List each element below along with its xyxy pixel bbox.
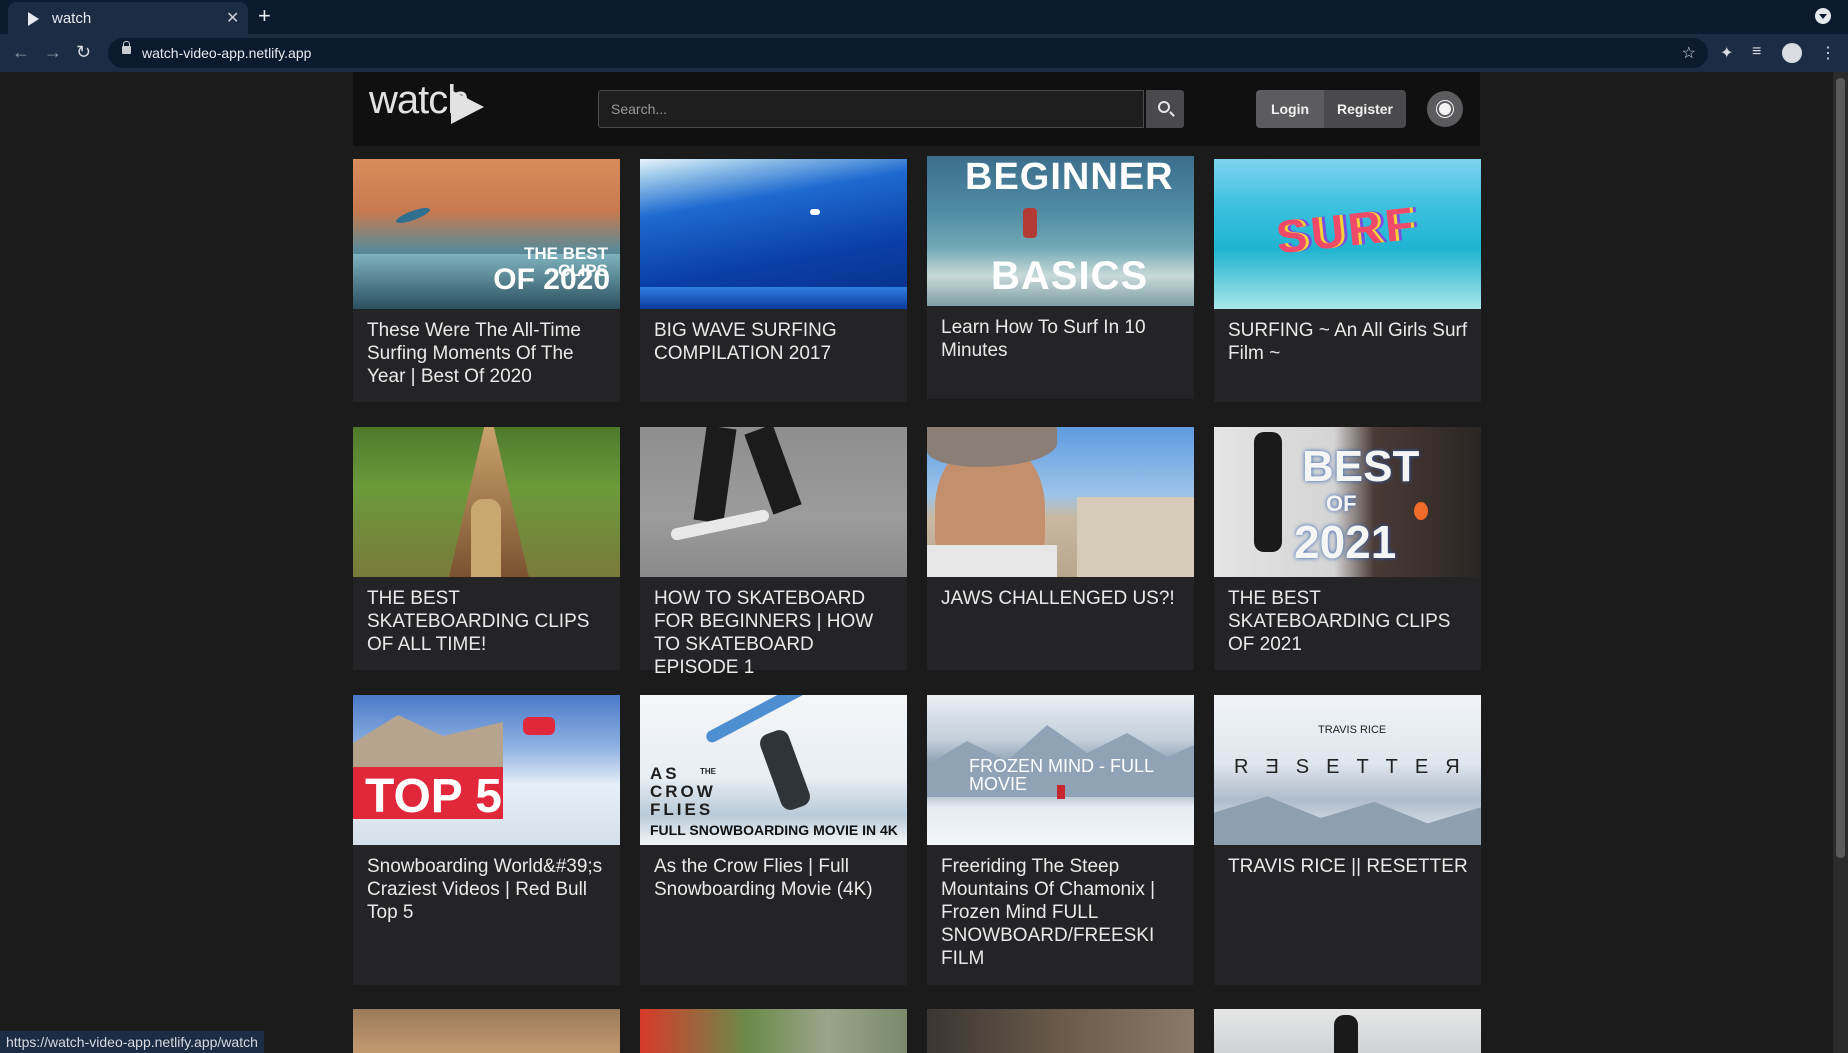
video-card[interactable]: BEGINNER BASICS Learn How To Surf In 10 … [927,156,1194,399]
video-thumbnail[interactable]: AS CROW FLIES THE FULL SNOWBOARDING MOVI… [640,695,907,845]
video-card[interactable]: HOW TO SKATEBOARD FOR BEGINNERS | HOW TO… [640,427,907,678]
video-thumbnail[interactable] [640,159,907,309]
video-thumbnail[interactable] [353,1009,620,1053]
forward-icon[interactable]: → [44,42,62,63]
video-thumbnail[interactable] [927,1009,1194,1053]
video-title[interactable]: SURFING ~ An All Girls Surf Film ~ [1228,319,1468,365]
address-bar[interactable]: watch-video-app.netlify.app ☆ [108,38,1708,68]
video-title[interactable]: BIG WAVE SURFING COMPILATION 2017 [654,319,894,365]
close-tab-icon[interactable]: ✕ [226,8,239,28]
search-icon [1158,101,1170,113]
video-card[interactable]: JAWS CHALLENGED US?! [927,427,1194,670]
search-input[interactable] [598,90,1144,128]
browser-tab-bar: watch ✕ + [0,0,1848,34]
video-thumbnail[interactable]: SURF [1214,159,1481,309]
video-card[interactable]: AS CROW FLIES THE FULL SNOWBOARDING MOVI… [640,695,907,985]
browser-menu-icon[interactable]: ⋮ [1820,43,1836,63]
video-card[interactable]: BIG WAVE SURFING COMPILATION 2017 [640,159,907,402]
video-title[interactable]: These Were The All-Time Surfing Moments … [367,319,607,388]
play-favicon-icon [28,12,39,26]
sun-icon [1439,103,1451,115]
video-title[interactable]: As the Crow Flies | Full Snowboarding Mo… [654,855,894,901]
new-tab-icon[interactable]: + [258,3,271,29]
video-card[interactable] [640,1009,907,1053]
video-title[interactable]: HOW TO SKATEBOARD FOR BEGINNERS | HOW TO… [654,587,894,679]
video-title[interactable]: TRAVIS RICE || RESETTER [1228,855,1468,878]
tab-search-icon[interactable] [1815,8,1831,24]
video-title[interactable]: Freeriding The Steep Mountains Of Chamon… [941,855,1181,970]
video-thumbnail[interactable]: THE BEST CLIPS OF 2020 [353,159,620,309]
browser-tab[interactable]: watch ✕ [8,2,248,34]
site-header: watch Login Register [353,72,1480,146]
theme-toggle-button[interactable] [1427,91,1463,127]
page-content: watch Login Register THE BEST CLIPS OF 2… [0,72,1833,1053]
video-card[interactable] [353,1009,620,1053]
video-card[interactable] [1214,1009,1481,1053]
video-thumbnail[interactable] [640,1009,907,1053]
video-thumbnail[interactable]: TRAVIS RICE RƎSETTEЯ [1214,695,1481,845]
video-title[interactable]: THE BEST SKATEBOARDING CLIPS OF ALL TIME… [367,587,607,656]
video-card[interactable]: TRAVIS RICE RƎSETTEЯ TRAVIS RICE || RESE… [1214,695,1481,985]
video-thumbnail[interactable]: TOP 5 [353,695,620,845]
back-icon[interactable]: ← [12,42,30,63]
video-thumbnail[interactable]: BEGINNER BASICS [927,156,1194,306]
browser-toolbar: ← → ↻ watch-video-app.netlify.app ☆ ✦ ≡ … [0,34,1848,72]
video-card[interactable]: TOP 5 Snowboarding World&#39;s Craziest … [353,695,620,985]
tab-title: watch [52,10,92,27]
video-title[interactable]: Snowboarding World&#39;s Craziest Videos… [367,855,607,924]
reading-list-icon[interactable]: ≡ [1752,43,1761,61]
logo-play-icon[interactable] [451,90,484,124]
video-thumbnail[interactable] [927,427,1194,577]
scrollbar-thumb[interactable] [1836,78,1845,858]
search-button[interactable] [1146,90,1184,128]
video-thumbnail[interactable]: BEST OF 2021 [1214,427,1481,577]
video-card[interactable]: BEST OF 2021 THE BEST SKATEBOARDING CLIP… [1214,427,1481,670]
video-thumbnail[interactable] [1214,1009,1481,1053]
video-thumbnail[interactable]: FROZEN MIND - FULL MOVIE [927,695,1194,845]
url-text: watch-video-app.netlify.app [142,45,312,61]
video-thumbnail[interactable] [640,427,907,577]
lock-icon [122,41,131,54]
page-scrollbar[interactable] [1833,72,1848,1053]
video-card[interactable]: SURF SURFING ~ An All Girls Surf Film ~ [1214,159,1481,402]
profile-avatar-icon[interactable] [1782,43,1802,63]
video-card[interactable]: THE BEST SKATEBOARDING CLIPS OF ALL TIME… [353,427,620,670]
video-card[interactable]: FROZEN MIND - FULL MOVIE Freeriding The … [927,695,1194,985]
extensions-icon[interactable]: ✦ [1720,43,1733,63]
video-card[interactable] [927,1009,1194,1053]
video-title[interactable]: Learn How To Surf In 10 Minutes [941,316,1181,362]
bookmark-star-icon[interactable]: ☆ [1682,43,1696,63]
auth-button-group: Login Register [1256,90,1406,128]
login-button[interactable]: Login [1256,90,1324,128]
status-url-bar: https://watch-video-app.netlify.app/watc… [0,1031,264,1053]
video-title[interactable]: THE BEST SKATEBOARDING CLIPS OF 2021 [1228,587,1468,656]
video-card[interactable]: THE BEST CLIPS OF 2020 These Were The Al… [353,159,620,402]
video-title[interactable]: JAWS CHALLENGED US?! [941,587,1181,610]
video-thumbnail[interactable] [353,427,620,577]
reload-icon[interactable]: ↻ [76,42,91,63]
register-button[interactable]: Register [1324,90,1406,128]
